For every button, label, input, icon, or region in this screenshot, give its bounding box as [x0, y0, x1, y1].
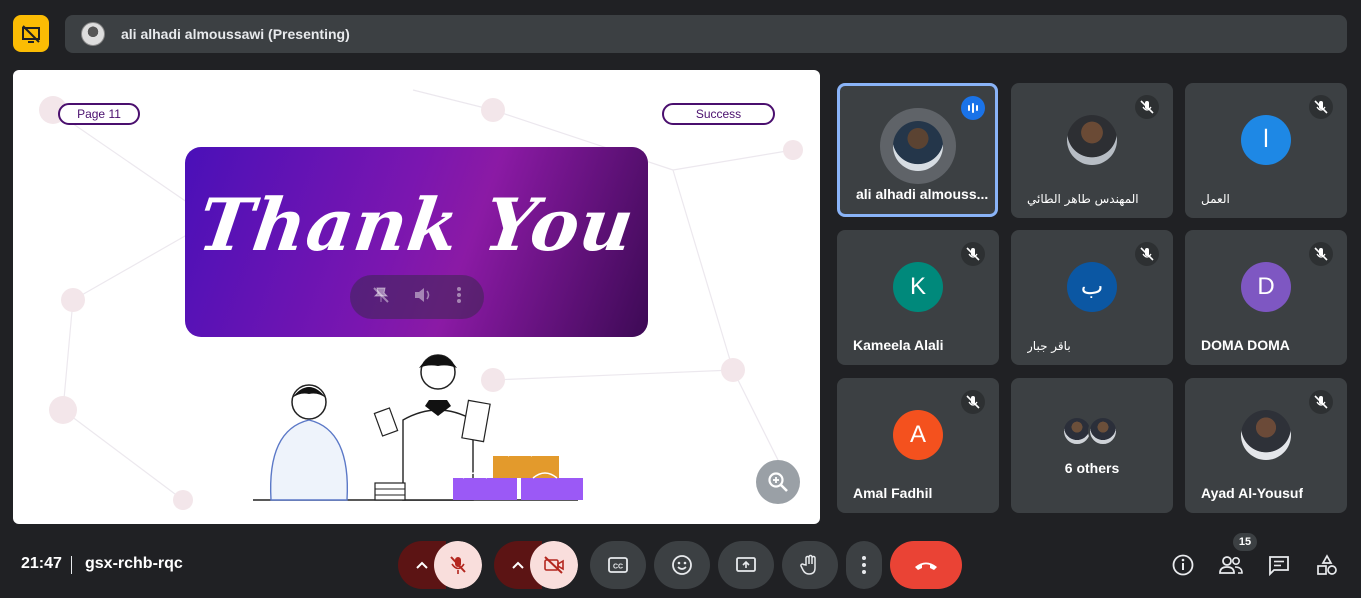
- thank-you-headline: Thank You: [193, 182, 640, 267]
- speaking-indicator-icon: [961, 96, 985, 120]
- participant-name: باقر جبار: [1027, 339, 1071, 353]
- mic-off-icon: [450, 556, 466, 574]
- participant-avatar: [1067, 114, 1117, 165]
- presenter-label: ali alhadi almoussawi (Presenting): [121, 26, 350, 42]
- participant-avatar: [1088, 416, 1118, 446]
- reactions-button[interactable]: [654, 541, 710, 589]
- participant-tile[interactable]: K Kameela Alali: [837, 230, 999, 365]
- others-tile[interactable]: 6 others: [1011, 378, 1173, 513]
- participant-avatar: A: [893, 409, 943, 460]
- present-screen-icon: [736, 557, 756, 572]
- zoom-in-button[interactable]: [756, 460, 800, 504]
- end-call-icon: [915, 562, 937, 570]
- participant-tile[interactable]: ا العمل: [1185, 83, 1347, 218]
- zoom-in-icon: [768, 472, 788, 492]
- participant-count-badge: 15: [1233, 533, 1257, 551]
- others-avatars: [1062, 416, 1118, 446]
- activities-shapes-icon: [1317, 554, 1337, 575]
- emoji-icon: [672, 555, 692, 575]
- participant-tile[interactable]: ali alhadi almouss...: [837, 83, 998, 217]
- hand-icon: [800, 554, 816, 575]
- participant-name: المهندس طاهر الطائي: [1027, 192, 1139, 206]
- volume-icon[interactable]: [413, 286, 433, 309]
- camera-control: [494, 541, 578, 589]
- participant-name: العمل: [1201, 192, 1230, 206]
- mic-off-icon: [1309, 390, 1333, 414]
- meeting-code[interactable]: gsx-rchb-rqc: [85, 555, 183, 573]
- divider: [71, 556, 72, 574]
- presenter-bar: ali alhadi almoussawi (Presenting): [65, 15, 1347, 53]
- mic-off-icon: [961, 390, 985, 414]
- mic-off-icon: [1135, 95, 1159, 119]
- presentation-hover-controls: [350, 275, 484, 319]
- more-options-button[interactable]: [846, 541, 882, 589]
- mic-off-icon: [1309, 95, 1333, 119]
- info-icon: [1172, 554, 1194, 576]
- people-icon: [1219, 556, 1243, 574]
- unpin-icon[interactable]: [372, 286, 390, 309]
- participant-avatar: D: [1241, 261, 1291, 312]
- participant-avatar: ب: [1067, 261, 1117, 312]
- people-button[interactable]: [1217, 551, 1245, 579]
- participant-name: ali alhadi almouss...: [856, 186, 989, 202]
- page-number-pill: Page 11: [58, 103, 140, 125]
- people-illustration: [253, 354, 583, 501]
- participant-name: Amal Fadhil: [853, 485, 933, 501]
- participant-avatar: K: [893, 261, 943, 312]
- raise-hand-button[interactable]: [782, 541, 838, 589]
- camera-off-icon: [544, 556, 564, 574]
- more-vert-icon: [862, 556, 866, 574]
- more-options-icon[interactable]: [456, 286, 462, 309]
- microphone-toggle-button[interactable]: [434, 541, 482, 589]
- presentation-view[interactable]: Page 11 Success Thank You: [13, 70, 820, 524]
- participant-name: Kameela Alali: [853, 337, 944, 353]
- presenter-avatar: [81, 22, 105, 46]
- participant-tile[interactable]: المهندس طاهر الطائي: [1011, 83, 1173, 218]
- camera-toggle-button[interactable]: [530, 541, 578, 589]
- participant-tile[interactable]: D DOMA DOMA: [1185, 230, 1347, 365]
- participant-avatar: [1241, 409, 1291, 460]
- participant-tile[interactable]: A Amal Fadhil: [837, 378, 999, 513]
- mic-off-icon: [1309, 242, 1333, 266]
- present-screen-button[interactable]: [718, 541, 774, 589]
- participant-avatar: ا: [1241, 114, 1291, 165]
- captions-button[interactable]: CC: [590, 541, 646, 589]
- participant-avatar: [879, 108, 956, 185]
- closed-captions-icon: CC: [608, 557, 628, 573]
- mic-off-icon: [961, 242, 985, 266]
- microphone-control: [398, 541, 482, 589]
- participant-name: DOMA DOMA: [1201, 337, 1290, 353]
- mic-off-icon: [1135, 242, 1159, 266]
- meeting-details-button[interactable]: [1169, 551, 1197, 579]
- chat-icon: [1269, 556, 1289, 576]
- clock: 21:47: [21, 555, 62, 572]
- participant-name: Ayad Al-Yousuf: [1201, 485, 1304, 501]
- others-count-label: 6 others: [1064, 460, 1120, 476]
- participant-tile[interactable]: Ayad Al-Yousuf: [1185, 378, 1347, 513]
- leave-call-button[interactable]: [890, 541, 962, 589]
- activities-button[interactable]: [1313, 551, 1341, 579]
- success-pill: Success: [662, 103, 775, 125]
- svg-text:CC: CC: [613, 564, 623, 571]
- chat-button[interactable]: [1265, 551, 1293, 579]
- participant-tile[interactable]: ب باقر جبار: [1011, 230, 1173, 365]
- stop-presenting-icon[interactable]: [13, 15, 49, 52]
